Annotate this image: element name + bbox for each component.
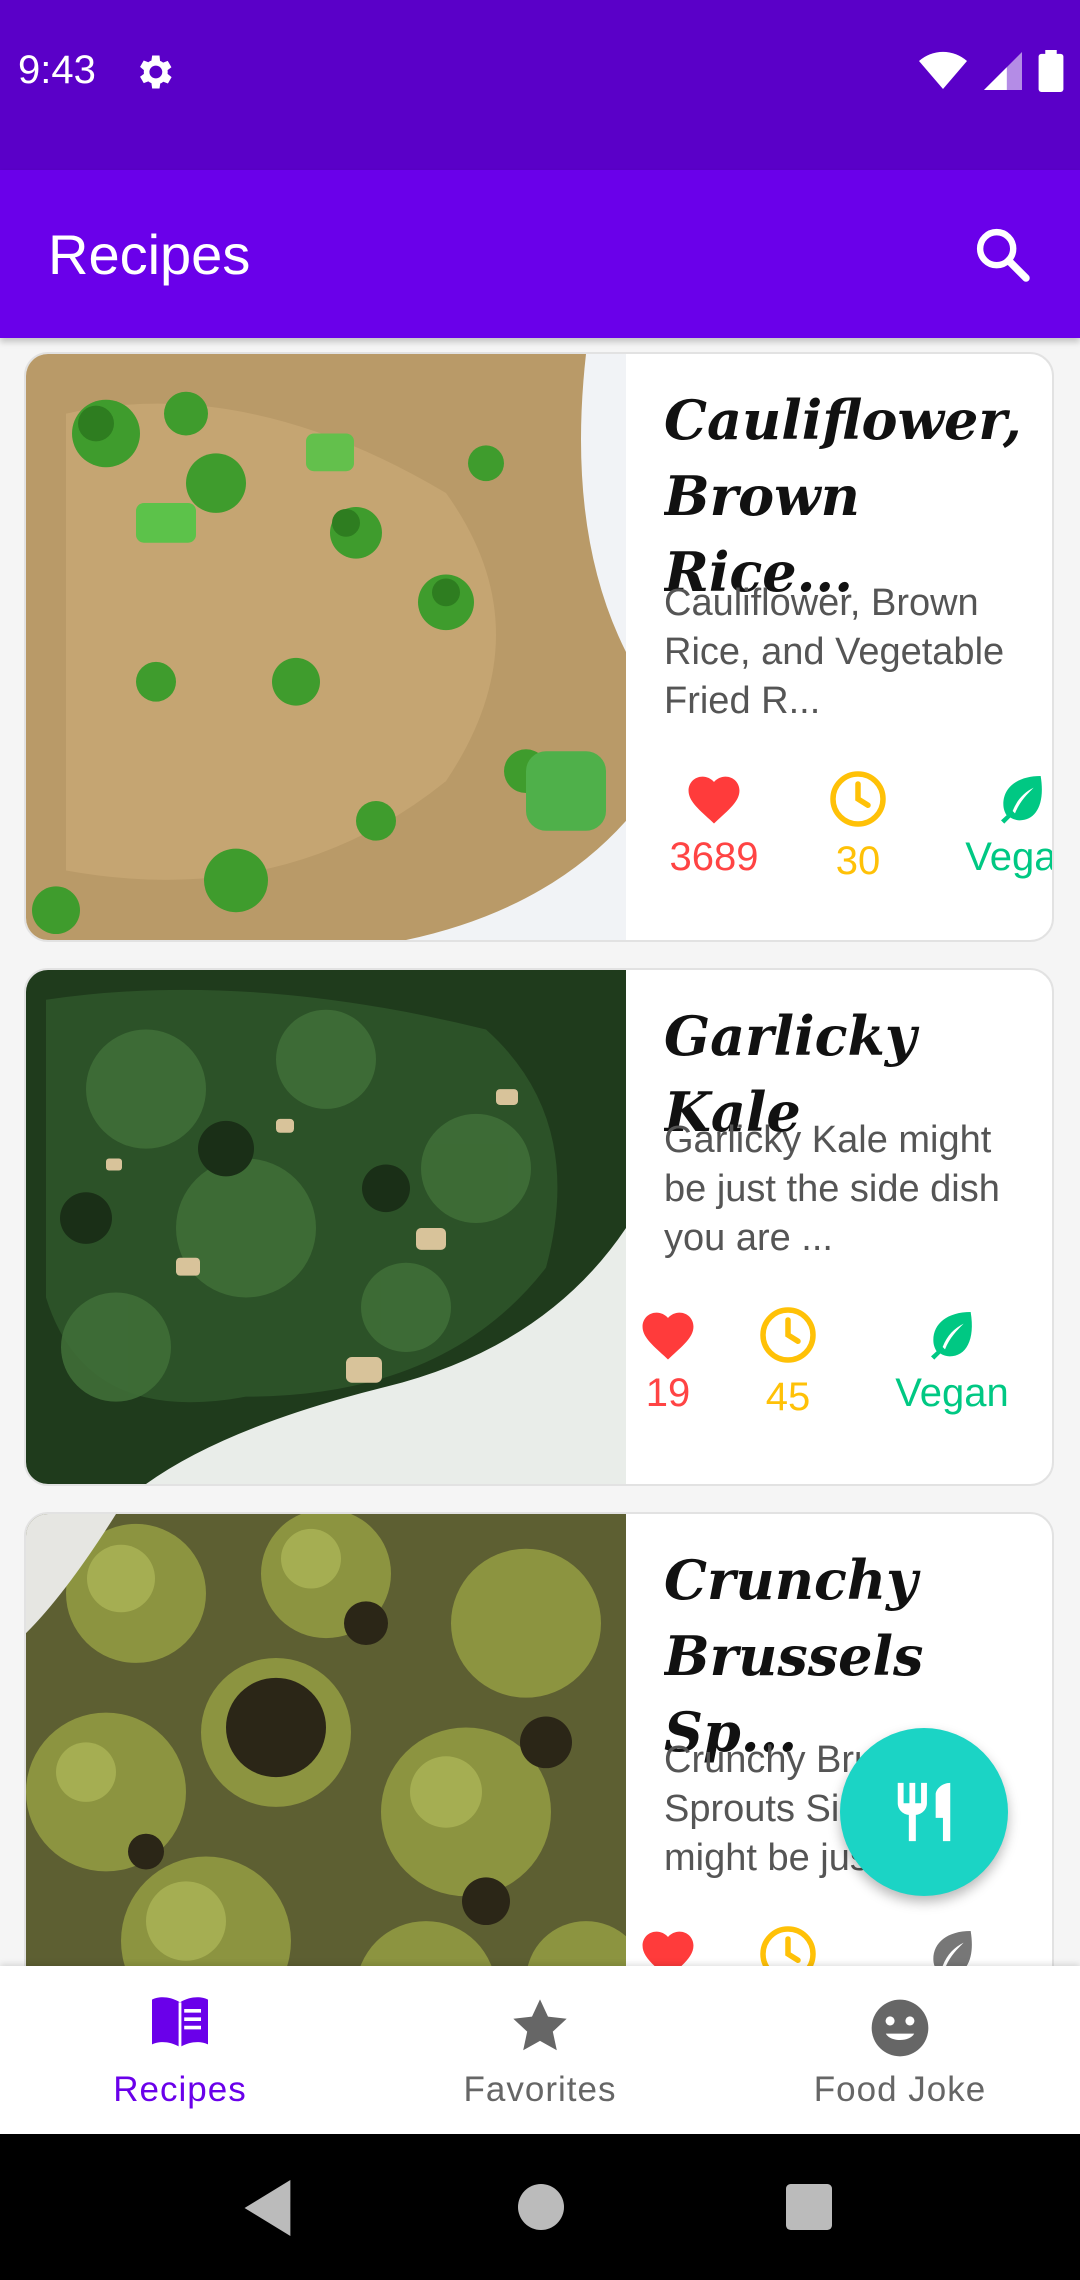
food-fab-button[interactable] [840, 1728, 1008, 1896]
nav-item-favorites[interactable]: Favorites [360, 1966, 720, 2134]
clock-icon [830, 771, 886, 827]
time-stat [718, 1924, 858, 1966]
battery-icon [1038, 50, 1064, 92]
cell-signal-icon [984, 52, 1022, 90]
recipe-card-body: Garlicky Kale Garlicky Kale might be jus… [626, 970, 1052, 1484]
system-navigation-bar [0, 2134, 1080, 2280]
recipe-card-body: Cauliflower, Brown Rice... Cauliflower, … [626, 354, 1052, 940]
recipe-image-kale [26, 970, 626, 1484]
vegan-label: Vegan [965, 835, 1052, 879]
recipe-card-body: Crunchy Brussels Sp... Crunchy Brussels … [626, 1514, 1052, 1966]
likes-count: 19 [645, 1371, 691, 1415]
time-stat: 45 [718, 1305, 858, 1420]
recents-icon[interactable] [786, 2184, 832, 2230]
recipe-image-fried-rice [26, 354, 626, 940]
vegan-stat: Vegan [942, 769, 1052, 880]
heart-icon [642, 1931, 694, 1966]
heart-icon [642, 1312, 694, 1360]
nav-item-food-joke[interactable]: Food Joke [720, 1966, 1080, 2134]
recipe-image-brussels-sprouts [26, 1514, 626, 1966]
wifi-icon [919, 51, 967, 89]
back-icon[interactable] [244, 2180, 296, 2236]
nav-label: Food Joke [813, 2070, 987, 2109]
heart-icon [688, 776, 740, 824]
restaurant-icon [897, 1782, 951, 1842]
nav-label: Recipes [113, 2070, 247, 2109]
clock-icon [760, 1926, 816, 1966]
time-stat: 30 [788, 769, 928, 884]
recipe-description: Garlicky Kale might be just the side dis… [664, 1119, 1000, 1259]
nav-item-recipes[interactable]: Recipes [0, 1966, 360, 2134]
likes-stat: 19 [598, 1305, 738, 1416]
leaf-icon [1001, 776, 1042, 824]
vegan-stat [872, 1924, 1032, 1966]
home-icon[interactable] [518, 2184, 564, 2230]
recipe-description: Cauliflower, Brown Rice, and Vegetable F… [664, 582, 1005, 722]
search-icon[interactable] [970, 222, 1034, 286]
app-bar: Recipes [0, 170, 1080, 338]
vegan-label: Vegan [895, 1371, 1009, 1415]
star-icon [513, 1999, 567, 2051]
status-time: 9:43 [18, 48, 96, 92]
likes-stat [598, 1924, 738, 1966]
recipe-list[interactable]: Cauliflower, Brown Rice... Cauliflower, … [0, 338, 1080, 1966]
status-bar: 9:43 [0, 0, 1080, 170]
likes-count: 3689 [669, 835, 759, 879]
leaf-icon [933, 1931, 972, 1966]
time-minutes: 30 [835, 839, 881, 883]
page-title: Recipes [48, 223, 251, 286]
vegan-stat: Vegan [872, 1305, 1032, 1416]
menu-book-icon [152, 1997, 208, 2048]
likes-stat: 3689 [644, 769, 784, 880]
time-minutes: 45 [765, 1375, 811, 1419]
smiley-icon [871, 1999, 929, 2057]
clock-icon [760, 1307, 816, 1363]
settings-gear-icon [140, 55, 172, 89]
status-icons [918, 50, 1064, 92]
nav-label: Favorites [463, 2070, 617, 2109]
recipe-title: Cauliflower, Brown Rice... [664, 388, 1022, 604]
recipe-card[interactable]: Garlicky Kale Garlicky Kale might be jus… [24, 968, 1054, 1486]
bottom-navigation: Recipes Favorites Food Joke [0, 1966, 1080, 2134]
leaf-icon [931, 1312, 972, 1360]
recipe-card[interactable]: Cauliflower, Brown Rice... Cauliflower, … [24, 352, 1054, 942]
